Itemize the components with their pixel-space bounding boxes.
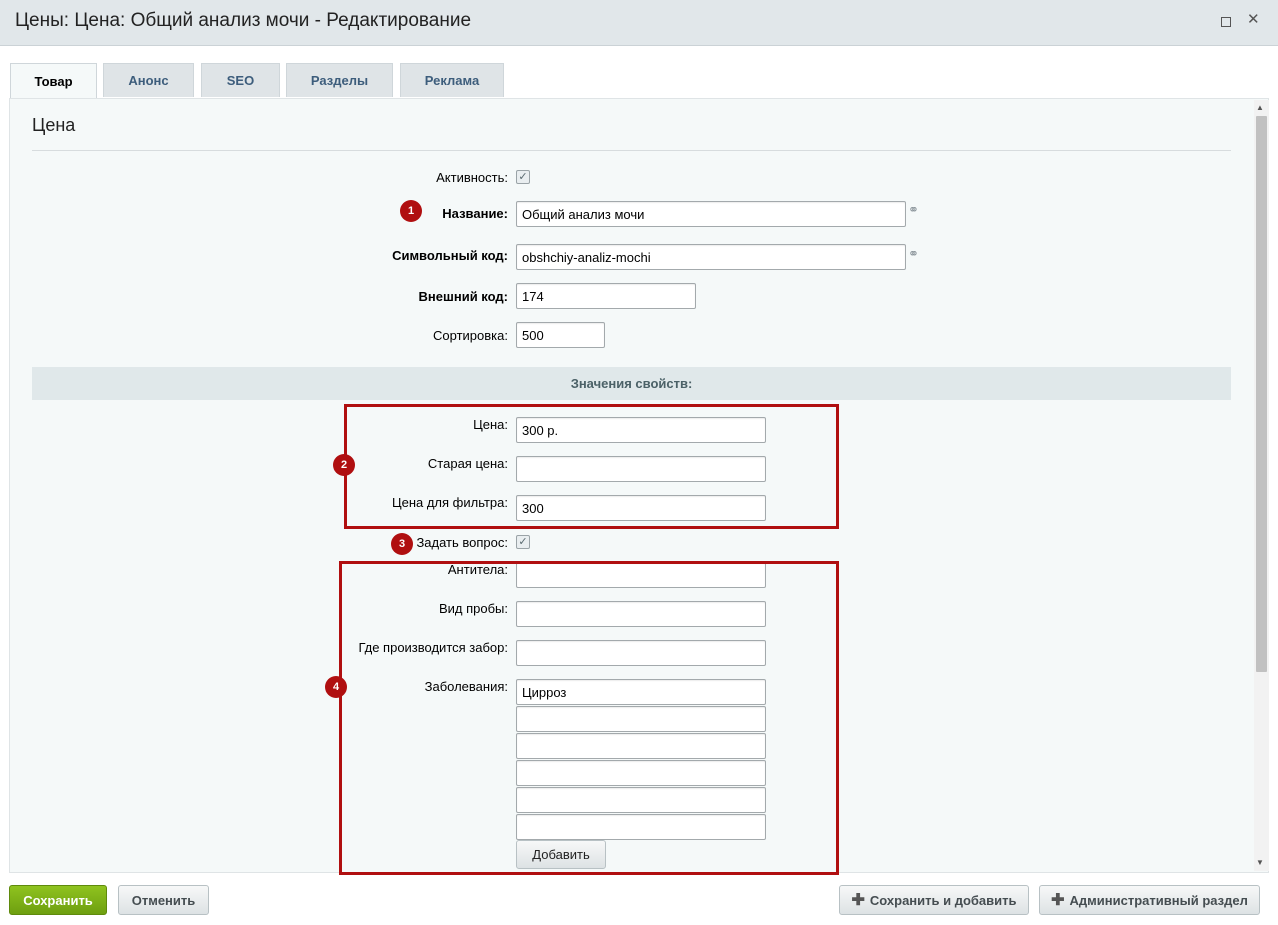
tab-advertising[interactable]: Реклама <box>400 63 504 97</box>
active-checkbox[interactable]: ✓ <box>516 170 530 184</box>
annotation-box-2 <box>344 404 839 529</box>
save-and-add-label: Сохранить и добавить <box>869 892 1017 908</box>
ask-question-checkbox[interactable]: ✓ <box>516 535 530 549</box>
link-icon[interactable]: ⚭ <box>908 247 919 260</box>
code-input[interactable] <box>516 244 906 270</box>
annotation-marker-2: 2 <box>333 454 355 476</box>
external-code-input[interactable] <box>516 283 696 309</box>
code-label: Символьный код: <box>392 248 508 263</box>
annotation-box-4 <box>339 561 839 875</box>
section-title: Цена <box>32 115 76 135</box>
sort-input[interactable] <box>516 322 605 348</box>
scrollbar-thumb[interactable] <box>1256 116 1267 672</box>
admin-section-button[interactable]: ✚ Административный раздел <box>1039 885 1260 915</box>
ask-question-label: Задать вопрос: <box>416 535 508 550</box>
cancel-button[interactable]: Отменить <box>118 885 209 915</box>
link-icon[interactable]: ⚭ <box>908 203 919 216</box>
maximize-icon[interactable] <box>1221 17 1231 27</box>
external-code-label: Внешний код: <box>418 289 508 304</box>
tab-sections[interactable]: Разделы <box>286 63 393 97</box>
name-input[interactable] <box>516 201 906 227</box>
section-divider <box>32 150 1231 151</box>
annotation-marker-4: 4 <box>325 676 347 698</box>
active-label: Активность: <box>436 170 508 185</box>
admin-section-label: Административный раздел <box>1069 892 1248 908</box>
tab-product[interactable]: Товар <box>10 63 97 99</box>
scroll-up-icon[interactable]: ▲ <box>1256 103 1264 112</box>
window-titlebar: Цены: Цена: Общий анализ мочи - Редактир… <box>0 0 1278 46</box>
save-button[interactable]: Сохранить <box>9 885 107 915</box>
scroll-down-icon[interactable]: ▼ <box>1256 858 1264 867</box>
tab-announce[interactable]: Анонс <box>103 63 194 97</box>
plus-icon: ✚ <box>851 892 865 909</box>
close-icon[interactable]: ✕ <box>1247 12 1260 27</box>
annotation-marker-3: 3 <box>391 533 413 555</box>
plus-icon: ✚ <box>1051 892 1065 909</box>
name-label: Название: <box>442 206 508 221</box>
annotation-marker-1: 1 <box>400 200 422 222</box>
tab-seo[interactable]: SEO <box>201 63 280 97</box>
save-and-add-button[interactable]: ✚ Сохранить и добавить <box>839 885 1029 915</box>
window-title: Цены: Цена: Общий анализ мочи - Редактир… <box>15 10 472 31</box>
properties-header: Значения свойств: <box>32 367 1231 400</box>
sort-label: Сортировка: <box>433 328 508 343</box>
